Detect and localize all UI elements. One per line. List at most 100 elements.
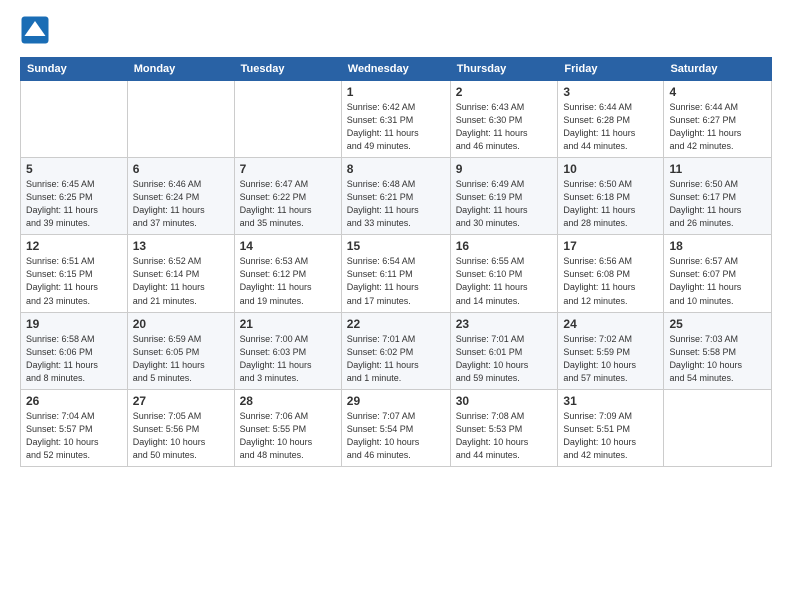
calendar-cell: 25 Sunrise: 7:03 AM Sunset: 5:58 PM Dayli… [664,312,772,389]
calendar-cell: 8 Sunrise: 6:48 AM Sunset: 6:21 PM Daylig… [341,158,450,235]
day-info: Sunrise: 6:50 AM Sunset: 6:18 PM Dayligh… [563,178,658,230]
day-number: 14 [240,239,336,253]
calendar-cell: 23 Sunrise: 7:01 AM Sunset: 6:01 PM Dayli… [450,312,558,389]
calendar-cell [234,81,341,158]
day-info: Sunrise: 6:51 AM Sunset: 6:15 PM Dayligh… [26,255,122,307]
calendar-table: SundayMondayTuesdayWednesdayThursdayFrid… [20,57,772,467]
calendar-cell: 29 Sunrise: 7:07 AM Sunset: 5:54 PM Dayli… [341,389,450,466]
day-number: 8 [347,162,445,176]
logo [20,15,52,45]
day-info: Sunrise: 6:44 AM Sunset: 6:27 PM Dayligh… [669,101,766,153]
calendar-cell [127,81,234,158]
day-number: 10 [563,162,658,176]
calendar-cell: 22 Sunrise: 7:01 AM Sunset: 6:02 PM Dayli… [341,312,450,389]
day-number: 13 [133,239,229,253]
day-info: Sunrise: 7:06 AM Sunset: 5:55 PM Dayligh… [240,410,336,462]
calendar-cell: 27 Sunrise: 7:05 AM Sunset: 5:56 PM Dayli… [127,389,234,466]
day-info: Sunrise: 7:01 AM Sunset: 6:01 PM Dayligh… [456,333,553,385]
weekday-header-saturday: Saturday [664,58,772,81]
day-number: 19 [26,317,122,331]
day-number: 31 [563,394,658,408]
calendar-cell: 19 Sunrise: 6:58 AM Sunset: 6:06 PM Dayli… [21,312,128,389]
day-info: Sunrise: 6:59 AM Sunset: 6:05 PM Dayligh… [133,333,229,385]
calendar-cell: 15 Sunrise: 6:54 AM Sunset: 6:11 PM Dayli… [341,235,450,312]
calendar-week-1: 1Sunrise: 6:42 AM Sunset: 6:31 PM Daylig… [21,81,772,158]
weekday-header-row: SundayMondayTuesdayWednesdayThursdayFrid… [21,58,772,81]
calendar-cell: 21Sunrise: 7:00 AM Sunset: 6:03 PM Dayli… [234,312,341,389]
day-number: 20 [133,317,229,331]
weekday-header-friday: Friday [558,58,664,81]
day-info: Sunrise: 6:42 AM Sunset: 6:31 PM Dayligh… [347,101,445,153]
day-info: Sunrise: 7:01 AM Sunset: 6:02 PM Dayligh… [347,333,445,385]
calendar-cell: 4 Sunrise: 6:44 AM Sunset: 6:27 PM Daylig… [664,81,772,158]
calendar-cell: 3Sunrise: 6:44 AM Sunset: 6:28 PM Daylig… [558,81,664,158]
calendar-cell: 18Sunrise: 6:57 AM Sunset: 6:07 PM Dayli… [664,235,772,312]
calendar-cell: 16 Sunrise: 6:55 AM Sunset: 6:10 PM Dayli… [450,235,558,312]
weekday-header-wednesday: Wednesday [341,58,450,81]
day-info: Sunrise: 6:58 AM Sunset: 6:06 PM Dayligh… [26,333,122,385]
day-info: Sunrise: 7:02 AM Sunset: 5:59 PM Dayligh… [563,333,658,385]
header [20,15,772,45]
day-info: Sunrise: 6:55 AM Sunset: 6:10 PM Dayligh… [456,255,553,307]
calendar-cell: 20 Sunrise: 6:59 AM Sunset: 6:05 PM Dayli… [127,312,234,389]
day-number: 3 [563,85,658,99]
day-number: 16 [456,239,553,253]
day-number: 22 [347,317,445,331]
calendar-cell: 31 Sunrise: 7:09 AM Sunset: 5:51 PM Dayli… [558,389,664,466]
day-number: 23 [456,317,553,331]
day-number: 12 [26,239,122,253]
calendar-cell: 13 Sunrise: 6:52 AM Sunset: 6:14 PM Dayli… [127,235,234,312]
day-info: Sunrise: 6:46 AM Sunset: 6:24 PM Dayligh… [133,178,229,230]
day-info: Sunrise: 6:43 AM Sunset: 6:30 PM Dayligh… [456,101,553,153]
calendar-cell: 10 Sunrise: 6:50 AM Sunset: 6:18 PM Dayli… [558,158,664,235]
calendar-cell: 17Sunrise: 6:56 AM Sunset: 6:08 PM Dayli… [558,235,664,312]
calendar-week-3: 12 Sunrise: 6:51 AM Sunset: 6:15 PM Dayli… [21,235,772,312]
calendar-cell: 6 Sunrise: 6:46 AM Sunset: 6:24 PM Daylig… [127,158,234,235]
calendar-cell: 14Sunrise: 6:53 AM Sunset: 6:12 PM Dayli… [234,235,341,312]
page: SundayMondayTuesdayWednesdayThursdayFrid… [0,0,792,612]
day-number: 6 [133,162,229,176]
day-info: Sunrise: 7:00 AM Sunset: 6:03 PM Dayligh… [240,333,336,385]
day-info: Sunrise: 6:47 AM Sunset: 6:22 PM Dayligh… [240,178,336,230]
day-info: Sunrise: 7:09 AM Sunset: 5:51 PM Dayligh… [563,410,658,462]
logo-icon [20,15,50,45]
calendar-cell: 2Sunrise: 6:43 AM Sunset: 6:30 PM Daylig… [450,81,558,158]
day-number: 27 [133,394,229,408]
calendar-cell: 9 Sunrise: 6:49 AM Sunset: 6:19 PM Daylig… [450,158,558,235]
calendar-cell: 26Sunrise: 7:04 AM Sunset: 5:57 PM Dayli… [21,389,128,466]
day-info: Sunrise: 7:07 AM Sunset: 5:54 PM Dayligh… [347,410,445,462]
day-info: Sunrise: 7:05 AM Sunset: 5:56 PM Dayligh… [133,410,229,462]
calendar-cell: 24 Sunrise: 7:02 AM Sunset: 5:59 PM Dayli… [558,312,664,389]
day-number: 9 [456,162,553,176]
day-info: Sunrise: 7:08 AM Sunset: 5:53 PM Dayligh… [456,410,553,462]
day-number: 29 [347,394,445,408]
calendar-cell: 5 Sunrise: 6:45 AM Sunset: 6:25 PM Daylig… [21,158,128,235]
day-info: Sunrise: 6:49 AM Sunset: 6:19 PM Dayligh… [456,178,553,230]
day-info: Sunrise: 7:03 AM Sunset: 5:58 PM Dayligh… [669,333,766,385]
calendar-week-4: 19 Sunrise: 6:58 AM Sunset: 6:06 PM Dayli… [21,312,772,389]
calendar-cell: 12 Sunrise: 6:51 AM Sunset: 6:15 PM Dayli… [21,235,128,312]
day-info: Sunrise: 6:45 AM Sunset: 6:25 PM Dayligh… [26,178,122,230]
day-number: 17 [563,239,658,253]
calendar-cell [21,81,128,158]
day-number: 15 [347,239,445,253]
day-number: 28 [240,394,336,408]
calendar-cell: 11 Sunrise: 6:50 AM Sunset: 6:17 PM Dayli… [664,158,772,235]
weekday-header-monday: Monday [127,58,234,81]
day-number: 24 [563,317,658,331]
day-info: Sunrise: 6:50 AM Sunset: 6:17 PM Dayligh… [669,178,766,230]
day-number: 4 [669,85,766,99]
day-number: 5 [26,162,122,176]
day-info: Sunrise: 6:52 AM Sunset: 6:14 PM Dayligh… [133,255,229,307]
day-number: 11 [669,162,766,176]
day-info: Sunrise: 6:57 AM Sunset: 6:07 PM Dayligh… [669,255,766,307]
day-info: Sunrise: 6:54 AM Sunset: 6:11 PM Dayligh… [347,255,445,307]
weekday-header-tuesday: Tuesday [234,58,341,81]
calendar-cell: 7 Sunrise: 6:47 AM Sunset: 6:22 PM Daylig… [234,158,341,235]
calendar-cell: 28 Sunrise: 7:06 AM Sunset: 5:55 PM Dayli… [234,389,341,466]
day-number: 26 [26,394,122,408]
day-info: Sunrise: 6:48 AM Sunset: 6:21 PM Dayligh… [347,178,445,230]
day-number: 7 [240,162,336,176]
day-number: 25 [669,317,766,331]
day-number: 30 [456,394,553,408]
